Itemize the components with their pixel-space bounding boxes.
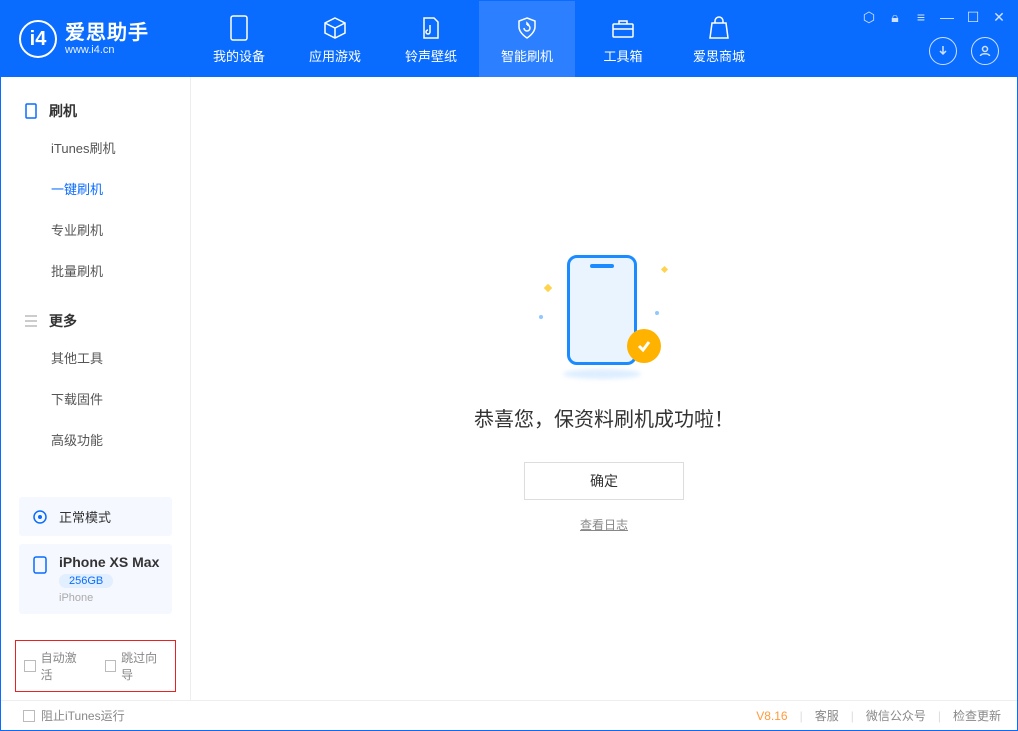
check-badge-icon — [627, 329, 661, 363]
phone-small-icon — [23, 103, 39, 119]
device-name: iPhone XS Max — [59, 554, 159, 570]
brand-subtitle: www.i4.cn — [65, 44, 149, 56]
view-log-link[interactable]: 查看日志 — [580, 516, 628, 533]
top-tabs: 我的设备 应用游戏 铃声壁纸 智能刷机 工具箱 — [191, 1, 767, 77]
tab-apps[interactable]: 应用游戏 — [287, 1, 383, 77]
app-window: i4 爱思助手 www.i4.cn 我的设备 应用游戏 铃声壁纸 — [0, 0, 1018, 731]
sidebar-nav: 刷机 iTunes刷机 一键刷机 专业刷机 批量刷机 更多 其他工具 下载固件 … — [1, 77, 190, 497]
maximize-button[interactable]: ☐ — [965, 9, 981, 26]
sidebar-item-firmware[interactable]: 下载固件 — [1, 378, 190, 419]
sidebar-item-advanced[interactable]: 高级功能 — [1, 419, 190, 460]
menu-icon[interactable]: ≡ — [913, 9, 929, 26]
device-type: iPhone — [59, 592, 159, 604]
ok-button[interactable]: 确定 — [524, 462, 684, 500]
mode-icon — [31, 508, 49, 526]
download-button[interactable] — [929, 37, 957, 65]
checkbox-skip-setup[interactable]: 跳过向导 — [105, 649, 168, 683]
minimize-button[interactable]: — — [939, 9, 955, 26]
sidebar: 刷机 iTunes刷机 一键刷机 专业刷机 批量刷机 更多 其他工具 下载固件 … — [1, 77, 191, 700]
check-update-link[interactable]: 检查更新 — [953, 707, 1001, 724]
logo-icon: i4 — [19, 20, 57, 58]
checkbox-auto-activate[interactable]: 自动激活 — [24, 649, 87, 683]
header-right-buttons — [929, 37, 999, 65]
tab-device[interactable]: 我的设备 — [191, 1, 287, 77]
wechat-link[interactable]: 微信公众号 — [866, 707, 926, 724]
checkbox-block-itunes[interactable]: 阻止iTunes运行 — [23, 707, 125, 724]
sidebar-group-flash[interactable]: 刷机 — [1, 95, 190, 127]
sidebar-item-pro[interactable]: 专业刷机 — [1, 209, 190, 250]
checkbox-icon — [24, 660, 36, 672]
phone-icon — [225, 14, 253, 42]
checkbox-icon — [23, 710, 35, 722]
brand-title: 爱思助手 — [65, 22, 149, 44]
hamburger-icon — [23, 313, 39, 329]
body: 刷机 iTunes刷机 一键刷机 专业刷机 批量刷机 更多 其他工具 下载固件 … — [1, 77, 1017, 700]
sparkle-icon — [544, 283, 552, 291]
tshirt-icon[interactable]: ⬡ — [861, 9, 877, 26]
statusbar: 阻止iTunes运行 V8.16 | 客服 | 微信公众号 | 检查更新 — [1, 700, 1017, 730]
dot-icon — [655, 311, 659, 315]
success-illustration — [539, 245, 669, 375]
mode-card[interactable]: 正常模式 — [19, 497, 172, 536]
device-icon — [31, 556, 49, 574]
cube-icon — [321, 14, 349, 42]
music-file-icon — [417, 14, 445, 42]
dot-icon — [539, 315, 543, 319]
lock-icon[interactable]: 🔒︎ — [887, 9, 903, 26]
sidebar-item-oneclick[interactable]: 一键刷机 — [1, 168, 190, 209]
options-highlight-box: 自动激活 跳过向导 — [15, 640, 176, 692]
brand: i4 爱思助手 www.i4.cn — [1, 1, 191, 77]
tab-flash[interactable]: 智能刷机 — [479, 1, 575, 77]
success-message: 恭喜您，保资料刷机成功啦！ — [474, 403, 734, 432]
tab-toolbox[interactable]: 工具箱 — [575, 1, 671, 77]
sidebar-item-batch[interactable]: 批量刷机 — [1, 250, 190, 291]
titlebar: i4 爱思助手 www.i4.cn 我的设备 应用游戏 铃声壁纸 — [1, 1, 1017, 77]
sidebar-item-itunes[interactable]: iTunes刷机 — [1, 127, 190, 168]
toolbox-icon — [609, 14, 637, 42]
mode-label: 正常模式 — [59, 507, 111, 526]
sidebar-item-othertools[interactable]: 其他工具 — [1, 337, 190, 378]
close-button[interactable]: ✕ — [991, 9, 1007, 26]
sidebar-lower: 正常模式 iPhone XS Max 256GB iPhone — [1, 497, 190, 634]
sparkle-icon — [661, 265, 668, 272]
shield-refresh-icon — [513, 14, 541, 42]
shopping-bag-icon — [705, 14, 733, 42]
tab-wallpaper[interactable]: 铃声壁纸 — [383, 1, 479, 77]
device-storage: 256GB — [59, 574, 113, 588]
header: i4 爱思助手 www.i4.cn 我的设备 应用游戏 铃声壁纸 — [1, 1, 1017, 77]
support-link[interactable]: 客服 — [815, 707, 839, 724]
tab-store[interactable]: 爱思商城 — [671, 1, 767, 77]
device-card[interactable]: iPhone XS Max 256GB iPhone — [19, 544, 172, 614]
checkbox-icon — [105, 660, 117, 672]
main-content: 恭喜您，保资料刷机成功啦！ 确定 查看日志 — [191, 77, 1017, 700]
account-button[interactable] — [971, 37, 999, 65]
version-label: V8.16 — [756, 709, 787, 723]
sidebar-group-more[interactable]: 更多 — [1, 305, 190, 337]
